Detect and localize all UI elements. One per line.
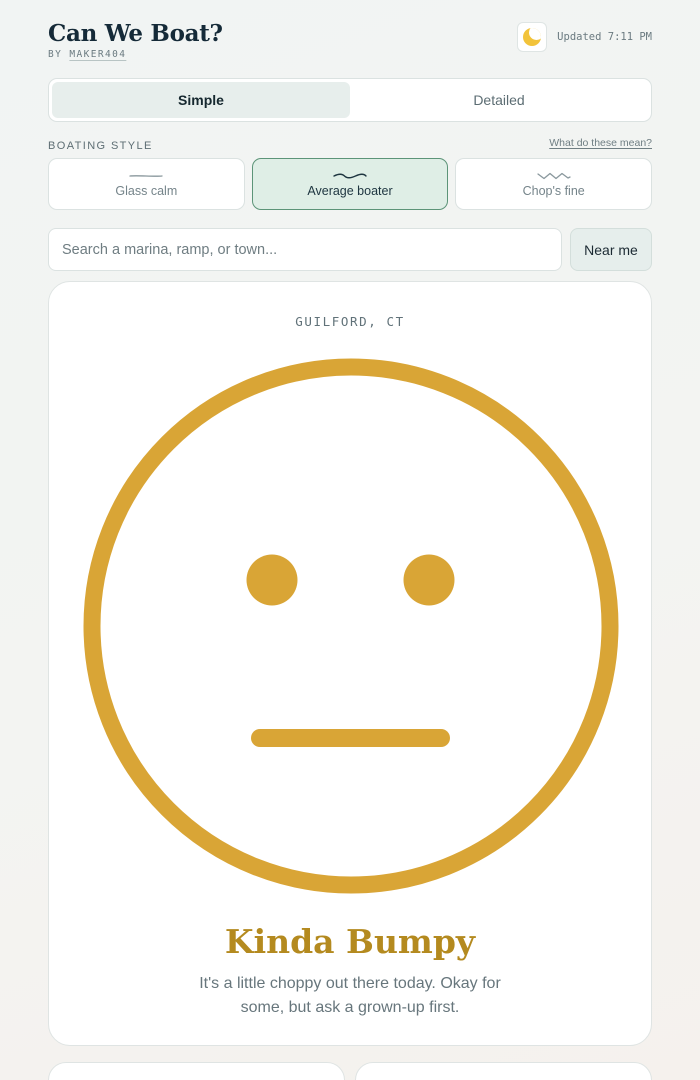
view-toggle: Simple Detailed xyxy=(48,78,652,122)
detail-card xyxy=(355,1062,652,1080)
location-label: GUILFORD, CT xyxy=(295,314,405,329)
neutral-face-icon xyxy=(83,358,619,894)
condition-verdict: Kinda Bumpy xyxy=(224,922,476,961)
boating-style-options: Glass calm Average boater Chop's fine xyxy=(48,158,653,210)
theme-toggle-button[interactable] xyxy=(517,22,548,52)
moon-icon xyxy=(523,28,542,46)
author-link[interactable]: MAKER404 xyxy=(69,49,126,60)
boating-style-header: BOATING STYLE What do these mean? xyxy=(48,136,652,152)
style-help-link[interactable]: What do these mean? xyxy=(549,137,652,149)
style-option-average-boater[interactable]: Average boater xyxy=(251,158,449,210)
location-search-input[interactable] xyxy=(48,228,562,271)
style-option-label: Glass calm xyxy=(115,183,178,198)
gentle-wave-icon xyxy=(333,173,367,178)
boating-style-label: BOATING STYLE xyxy=(48,140,153,152)
updated-timestamp: Updated 7:11 PM xyxy=(557,31,652,43)
style-option-chops-fine[interactable]: Chop's fine xyxy=(455,158,653,210)
tab-detailed[interactable]: Detailed xyxy=(350,82,648,118)
header-actions: Updated 7:11 PM xyxy=(517,22,652,52)
style-option-label: Average boater xyxy=(307,183,393,198)
detail-card xyxy=(48,1062,345,1080)
choppy-wave-icon xyxy=(537,172,571,179)
tab-simple[interactable]: Simple xyxy=(52,82,350,118)
style-option-glass-calm[interactable]: Glass calm xyxy=(48,158,245,210)
search-row: Near me xyxy=(48,228,652,271)
byline-prefix: BY xyxy=(48,49,63,60)
near-me-button[interactable]: Near me xyxy=(570,228,652,271)
flat-wave-icon xyxy=(129,174,163,177)
condition-card: GUILFORD, CT Kinda Bumpy It's a little c… xyxy=(48,281,652,1046)
condition-description: It's a little choppy out there today. Ok… xyxy=(199,975,501,1016)
style-option-label: Chop's fine xyxy=(522,183,585,198)
app-header: Can We Boat? BY MAKER404 Updated 7:11 PM xyxy=(48,20,652,64)
